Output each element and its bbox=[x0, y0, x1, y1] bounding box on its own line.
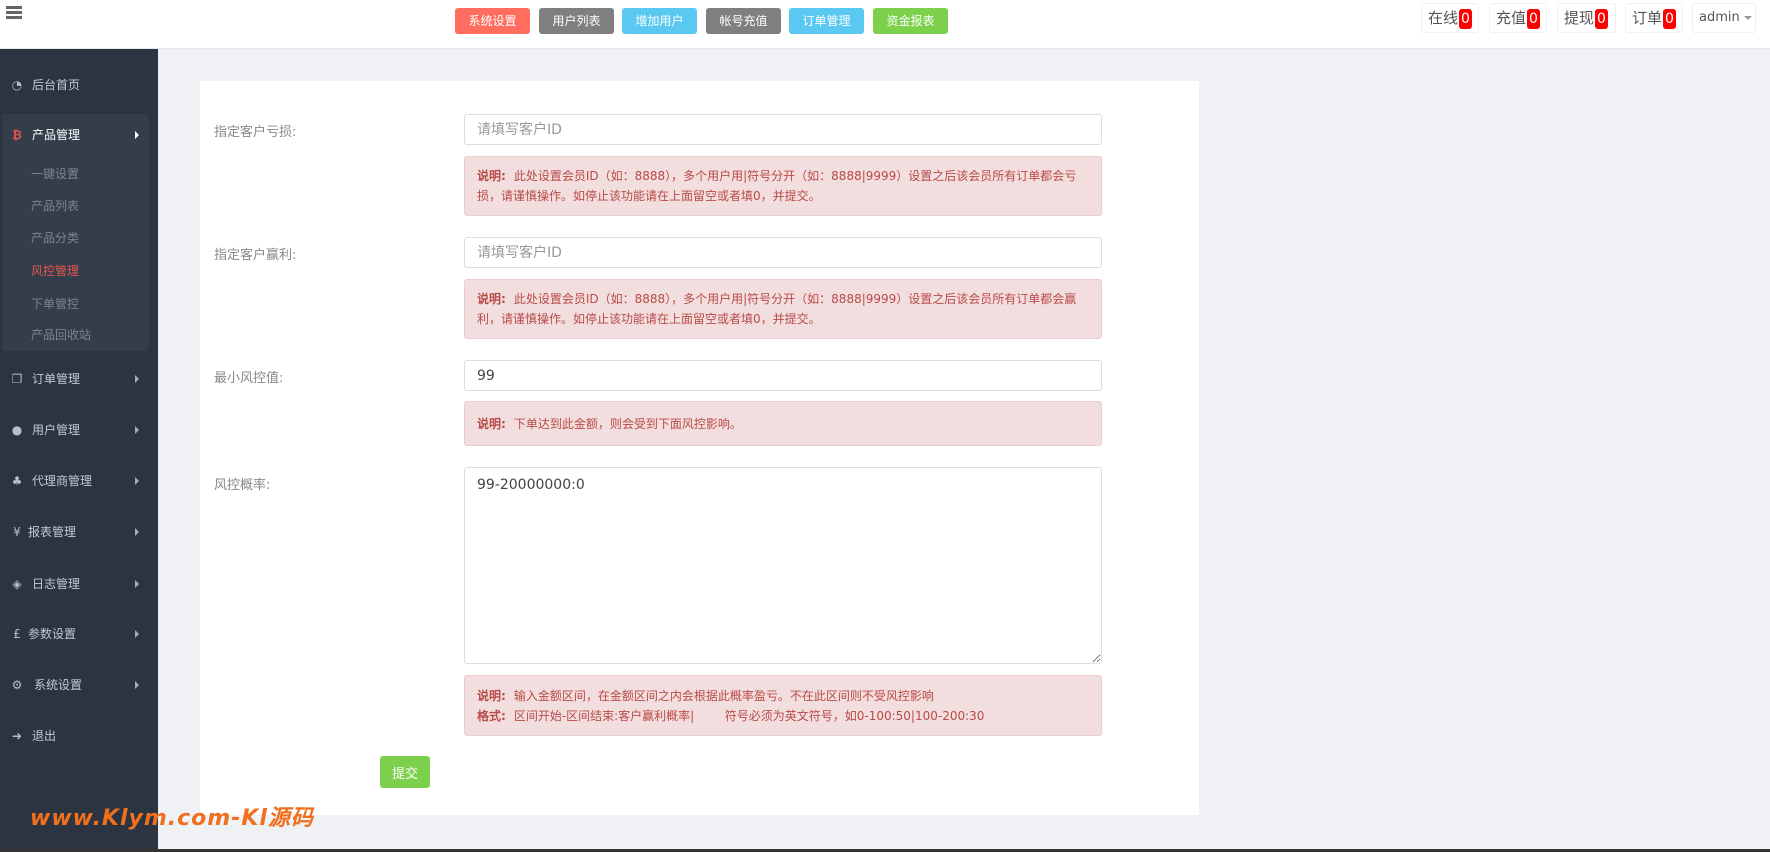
add-user-button[interactable]: 增加用户 bbox=[622, 8, 697, 34]
online-stat[interactable]: 在线 0 bbox=[1421, 3, 1479, 33]
user-icon: ● bbox=[11, 423, 23, 437]
sidebar-item-dashboard[interactable]: ◔ 后台首页 bbox=[0, 70, 158, 100]
win-customer-id-input[interactable] bbox=[464, 237, 1102, 268]
sidebar-item-label: 参数设置 bbox=[28, 627, 77, 641]
note-text: 此处设置会员ID（如：8888），多个用户用|符号分开（如：8888|9999）… bbox=[477, 292, 1077, 326]
gears-icon: ⚙ bbox=[11, 678, 23, 692]
note-title: 说明: bbox=[477, 688, 506, 703]
user-dropdown[interactable]: admin bbox=[1692, 3, 1756, 33]
system-settings-button[interactable]: 系统设置 bbox=[455, 8, 530, 34]
stat-badge: 0 bbox=[1459, 9, 1472, 29]
note-title: 说明: bbox=[477, 169, 506, 183]
sidebar-item-label: 用户管理 bbox=[32, 423, 81, 437]
win-note: 说明: 此处设置会员ID（如：8888），多个用户用|符号分开（如：8888|99… bbox=[464, 279, 1102, 339]
sidebar-item-label: 系统设置 bbox=[34, 678, 83, 692]
risk-rate-note: 说明: 输入金额区间，在金额区间之内会根据此概率盈亏。不在此区间则不受风控影响 格… bbox=[464, 675, 1102, 736]
caret-right-icon bbox=[135, 375, 139, 383]
stat-label: 订单 bbox=[1632, 9, 1663, 27]
sidebar-item-agents[interactable]: ♣ 代理商管理 bbox=[0, 466, 158, 496]
sidebar: ◔ 后台首页 ₿ 产品管理 一键设置 产品列表 产品分类 风控管理 下单管控 产品回… bbox=[0, 49, 158, 852]
account-recharge-button[interactable]: 帐号充值 bbox=[706, 8, 781, 34]
hamburger-menu-icon[interactable] bbox=[6, 6, 22, 20]
sidebar-item-orders[interactable]: ❐ 订单管理 bbox=[0, 364, 158, 394]
caret-right-icon bbox=[135, 528, 139, 536]
sign-out-icon: ➜ bbox=[11, 729, 23, 743]
sidebar-item-label: 报表管理 bbox=[28, 525, 77, 539]
stat-badge: 0 bbox=[1527, 9, 1540, 29]
loss-customer-id-input[interactable] bbox=[464, 114, 1102, 145]
orders-stat[interactable]: 订单 0 bbox=[1625, 3, 1683, 33]
sidebar-sub-product-list[interactable]: 产品列表 bbox=[31, 196, 79, 216]
loss-label: 指定客户亏损: bbox=[214, 125, 297, 140]
order-management-button[interactable]: 订单管理 bbox=[789, 8, 864, 34]
note-text: 输入金额区间，在金额区间之内会根据此概率盈亏。不在此区间则不受风控影响 bbox=[513, 688, 934, 703]
sidebar-item-products[interactable]: ₿ 产品管理 bbox=[0, 120, 158, 150]
sidebar-item-logout[interactable]: ➜ 退出 bbox=[0, 721, 158, 751]
stat-label: 在线 bbox=[1428, 9, 1459, 27]
stat-label: 充值 bbox=[1496, 9, 1527, 27]
submit-button[interactable]: 提交 bbox=[380, 756, 430, 788]
yen-icon: ¥ bbox=[13, 525, 21, 539]
sitemap-icon: ♣ bbox=[11, 474, 23, 488]
sidebar-item-system[interactable]: ⚙ 系统设置 bbox=[0, 670, 158, 700]
user-list-button[interactable]: 用户列表 bbox=[539, 8, 614, 34]
caret-right-icon bbox=[135, 580, 139, 588]
withdraw-stat[interactable]: 提现 0 bbox=[1557, 3, 1616, 33]
format-title: 格式: bbox=[477, 708, 506, 723]
min-risk-input[interactable] bbox=[464, 360, 1102, 391]
note-text: 下单达到此金额，则会受到下面风控影响。 bbox=[513, 416, 742, 431]
sidebar-sub-product-category[interactable]: 产品分类 bbox=[31, 228, 79, 248]
note-title: 说明: bbox=[477, 292, 506, 306]
sidebar-item-reports[interactable]: ¥ 报表管理 bbox=[0, 517, 158, 547]
win-label: 指定客户赢利: bbox=[214, 248, 297, 263]
caret-down-icon bbox=[1743, 15, 1752, 20]
caret-right-icon bbox=[135, 477, 139, 485]
ticket-icon: ◈ bbox=[12, 577, 22, 591]
risk-control-form: 指定客户亏损: 说明:此处设置会员ID（如：8888），多个用户用|符号分开（如… bbox=[200, 81, 1199, 815]
stat-label: 提现 bbox=[1564, 9, 1595, 27]
sidebar-sub-order-control[interactable]: 下单管控 bbox=[31, 294, 79, 314]
sidebar-item-label: 订单管理 bbox=[32, 372, 81, 386]
sidebar-item-label: 代理商管理 bbox=[32, 474, 93, 488]
sidebar-item-label: 日志管理 bbox=[32, 577, 81, 591]
note-text: 此处设置会员ID（如：8888），多个用户用|符号分开（如：8888|9999）… bbox=[477, 169, 1077, 203]
sidebar-sub-recycle-bin[interactable]: 产品回收站 bbox=[31, 325, 91, 345]
sidebar-item-users[interactable]: ● 用户管理 bbox=[0, 415, 158, 445]
sidebar-item-label: 后台首页 bbox=[32, 78, 81, 92]
funds-report-button[interactable]: 资金报表 bbox=[873, 8, 948, 34]
recharge-stat[interactable]: 充值 0 bbox=[1489, 3, 1547, 33]
min-risk-note: 说明: 下单达到此金额，则会受到下面风控影响。 bbox=[464, 401, 1102, 446]
sidebar-sub-risk-control[interactable]: 风控管理 bbox=[31, 261, 79, 281]
copy-icon: ❐ bbox=[11, 372, 23, 386]
username: admin bbox=[1699, 10, 1740, 25]
stat-badge: 0 bbox=[1663, 9, 1676, 29]
caret-right-icon bbox=[135, 630, 139, 638]
caret-right-icon bbox=[135, 681, 139, 689]
sidebar-item-parameters[interactable]: £ 参数设置 bbox=[0, 619, 158, 649]
sidebar-item-label: 退出 bbox=[32, 729, 57, 743]
dashboard-icon: ◔ bbox=[11, 78, 23, 92]
risk-rate-textarea[interactable]: 99-20000000:0 bbox=[464, 467, 1102, 664]
pound-icon: £ bbox=[13, 627, 21, 641]
caret-right-icon bbox=[135, 131, 139, 139]
stat-badge: 0 bbox=[1595, 9, 1608, 29]
loss-note: 说明: 此处设置会员ID（如：8888），多个用户用|符号分开（如：8888|99… bbox=[464, 156, 1102, 216]
top-bar: 系统设置 用户列表 增加用户 帐号充值 订单管理 资金报表 在线 0 充值 0 提现… bbox=[0, 0, 1770, 49]
format-text: 区间开始-区间结束:客户赢利概率| 符号必须为英文符号，如0-100:50|10… bbox=[513, 708, 985, 723]
watermark: www.Klym.com-Kl源码 bbox=[30, 806, 314, 831]
risk-rate-label: 风控概率: bbox=[214, 478, 271, 493]
caret-right-icon bbox=[135, 426, 139, 434]
sidebar-sub-one-click[interactable]: 一键设置 bbox=[31, 164, 79, 184]
min-risk-label: 最小风控值: bbox=[214, 371, 284, 386]
sidebar-item-label: 产品管理 bbox=[32, 128, 81, 142]
sidebar-item-logs[interactable]: ◈ 日志管理 bbox=[0, 569, 158, 599]
note-title: 说明: bbox=[477, 416, 506, 431]
bitcoin-icon: ₿ bbox=[12, 128, 22, 142]
